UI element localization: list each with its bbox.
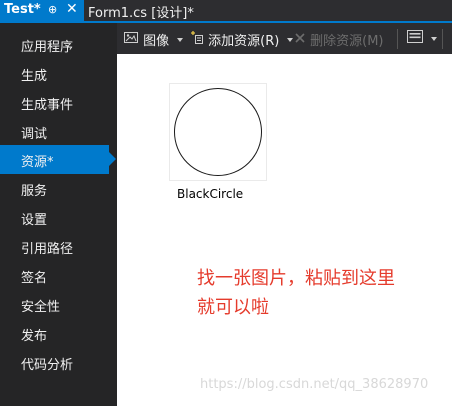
sidebar-item-label: 资源* bbox=[21, 155, 54, 170]
annotation-line-1: 找一张图片，粘贴到这里 bbox=[197, 268, 395, 289]
sidebar-item-label: 应用程序 bbox=[21, 40, 74, 55]
view-list-icon bbox=[407, 30, 423, 47]
sidebar-item-label: 安全性 bbox=[21, 300, 61, 315]
sidebar-item-settings[interactable]: 设置 bbox=[0, 203, 117, 232]
property-pages-sidebar: 应用程序 生成 生成事件 调试 资源* 服务 设置 引用路径 签名 安全性 发布… bbox=[0, 23, 117, 406]
sidebar-item-publish[interactable]: 发布 bbox=[0, 319, 117, 348]
remove-resource-button[interactable]: 删除资源(M) bbox=[294, 30, 384, 49]
sidebar-item-application[interactable]: 应用程序 bbox=[0, 30, 117, 59]
sidebar-item-services[interactable]: 服务 bbox=[0, 174, 117, 203]
sidebar-item-label: 签名 bbox=[21, 271, 48, 286]
sidebar-item-code-analysis[interactable]: 代码分析 bbox=[0, 348, 117, 377]
sidebar-item-security[interactable]: 安全性 bbox=[0, 290, 117, 319]
toolbar-separator bbox=[442, 29, 443, 49]
view-dropdown-button[interactable] bbox=[407, 30, 438, 48]
images-dropdown-button[interactable]: 图像 bbox=[124, 30, 184, 49]
close-icon[interactable]: ✕ bbox=[66, 1, 78, 17]
toolbar-separator bbox=[397, 29, 398, 49]
add-resource-label: 添加资源(R) bbox=[208, 34, 280, 49]
annotation-line-2: 就可以啦 bbox=[197, 297, 269, 318]
tab-project-properties[interactable]: Test* ⊕ ✕ bbox=[0, 0, 84, 21]
resources-toolbar: 图像 添加资源(R) 删除资源(M) bbox=[117, 23, 452, 54]
resources-canvas[interactable]: BlackCircle 找一张图片，粘贴到这里 就可以啦 https://blo… bbox=[117, 54, 452, 406]
chevron-down-icon bbox=[177, 37, 184, 42]
images-label: 图像 bbox=[143, 34, 170, 49]
remove-resource-label: 删除资源(M) bbox=[310, 34, 384, 49]
sidebar-item-build[interactable]: 生成 bbox=[0, 59, 117, 88]
delete-icon bbox=[294, 32, 306, 48]
document-tab-bar: Test* ⊕ ✕ Form1.cs [设计]* bbox=[0, 0, 452, 21]
sidebar-item-label: 生成事件 bbox=[21, 98, 74, 113]
sidebar-item-label: 发布 bbox=[21, 329, 48, 344]
tab-title: Test* bbox=[4, 2, 41, 17]
annotation-note: 找一张图片，粘贴到这里 就可以啦 bbox=[197, 264, 395, 322]
sidebar-item-label: 设置 bbox=[21, 213, 48, 228]
chevron-down-icon bbox=[431, 36, 438, 41]
sidebar-item-label: 代码分析 bbox=[21, 358, 74, 373]
tab-form1-designer[interactable]: Form1.cs [设计]* bbox=[88, 2, 194, 21]
resource-thumbnail[interactable] bbox=[169, 83, 267, 181]
watermark-text: https://blog.csdn.net/qq_38628970 bbox=[200, 377, 429, 392]
sidebar-item-debug[interactable]: 调试 bbox=[0, 117, 117, 146]
sidebar-item-reference-paths[interactable]: 引用路径 bbox=[0, 232, 117, 261]
sidebar-item-label: 调试 bbox=[21, 127, 48, 142]
sidebar-item-label: 生成 bbox=[21, 69, 48, 84]
sidebar-item-build-events[interactable]: 生成事件 bbox=[0, 88, 117, 117]
sidebar-item-label: 引用路径 bbox=[21, 242, 74, 257]
add-resource-button[interactable]: 添加资源(R) bbox=[189, 30, 294, 49]
pin-icon[interactable]: ⊕ bbox=[48, 3, 57, 16]
sidebar-item-signing[interactable]: 签名 bbox=[0, 261, 117, 290]
resource-name-label[interactable]: BlackCircle bbox=[177, 187, 243, 201]
sidebar-item-label: 服务 bbox=[21, 184, 48, 199]
chevron-down-icon bbox=[287, 37, 294, 42]
black-circle-image bbox=[174, 88, 262, 176]
add-resource-icon bbox=[189, 30, 204, 49]
image-icon bbox=[124, 31, 139, 48]
sidebar-item-resources[interactable]: 资源* bbox=[0, 145, 116, 174]
